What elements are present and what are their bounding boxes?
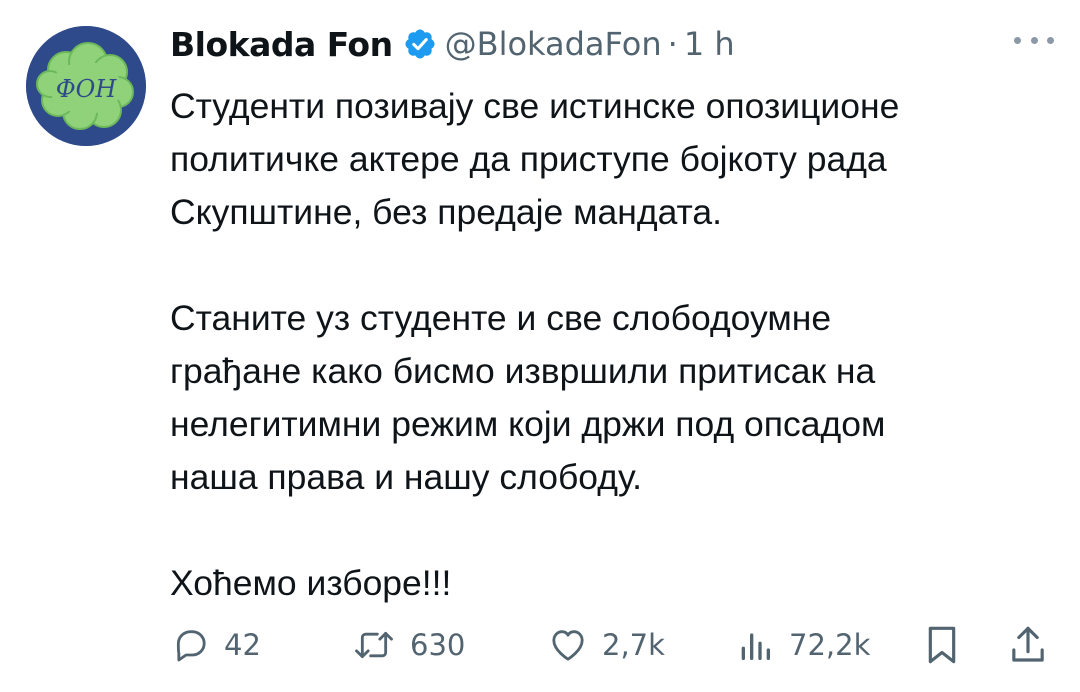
reply-count: 42 [224, 628, 261, 662]
timestamp[interactable]: 1 h [684, 25, 735, 63]
tweet-line: Станите уз студенте и све слободоумне [170, 298, 832, 338]
heart-icon [552, 630, 584, 661]
tweet-line: политичке актере да приступе бојкоту рад… [170, 139, 887, 179]
like-count: 2,7k [602, 628, 665, 662]
tweet-text: Студенти позивају све истинске опозицион… [170, 80, 1050, 610]
tweet-line: грађане како бисмо извршили притисак на [170, 351, 876, 391]
verified-badge-icon[interactable] [403, 27, 437, 61]
action-bar: 42 630 2,7k 72,2k [170, 620, 1050, 670]
tweet-line: Студенти позивају све истинске опозицион… [170, 86, 900, 126]
display-name[interactable]: Blokada Fon [170, 25, 393, 64]
more-options-icon[interactable] [1014, 30, 1054, 50]
bookmark-button[interactable] [922, 620, 962, 670]
share-button[interactable] [1008, 620, 1048, 670]
reply-button[interactable]: 42 [170, 620, 261, 670]
retweet-count: 630 [410, 628, 466, 662]
tweet-line: наша права и нашу слободу. [170, 457, 643, 497]
tweet-line: Хоћемо изборе!!! [170, 563, 452, 603]
tweet-line: нелегитимни режим који држи под опсадом [170, 404, 886, 444]
bookmark-icon [928, 626, 956, 664]
tweet-header: Blokada Fon @BlokadaFon · 1 h [170, 22, 1050, 66]
avatar-logo-icon: ФОН [26, 26, 146, 146]
tweet: ФОН Blokada Fon @BlokadaFon · 1 h Студен… [0, 0, 1080, 692]
reply-icon [176, 630, 206, 662]
separator-dot: · [667, 25, 678, 63]
avatar-text: ФОН [56, 75, 118, 103]
views-button[interactable]: 72,2k [735, 620, 870, 670]
handle[interactable]: @BlokadaFon [445, 25, 662, 63]
retweet-button[interactable]: 630 [352, 620, 465, 670]
like-button[interactable]: 2,7k [548, 620, 665, 670]
views-icon [741, 633, 770, 660]
share-icon [1012, 626, 1044, 662]
tweet-line: Скупштине, без предаје мандата. [170, 192, 723, 232]
views-count: 72,2k [789, 628, 871, 662]
retweet-icon [355, 631, 393, 659]
avatar[interactable]: ФОН [26, 26, 146, 146]
